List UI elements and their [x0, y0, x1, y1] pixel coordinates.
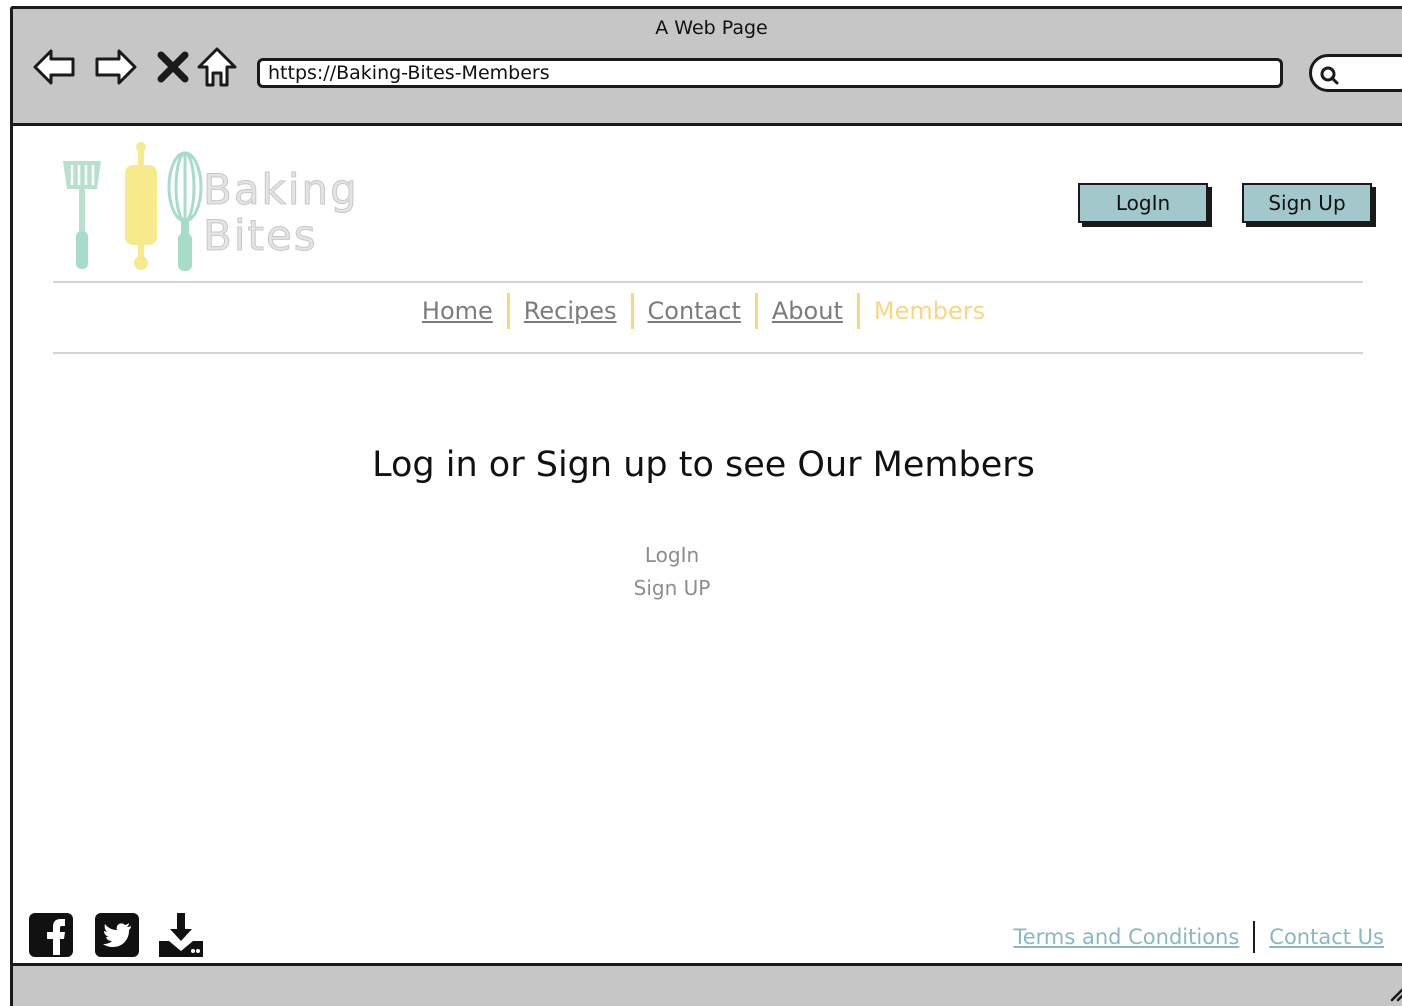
terms-link[interactable]: Terms and Conditions: [999, 925, 1253, 949]
home-icon[interactable]: [193, 43, 241, 91]
nav-link-members[interactable]: Members: [860, 297, 999, 325]
nav-divider-bottom: [53, 352, 1363, 354]
signup-button[interactable]: Sign Up: [1242, 183, 1372, 223]
back-arrow-icon[interactable]: [31, 43, 79, 91]
browser-search-box[interactable]: [1309, 54, 1402, 92]
logo-wordmark: Baking Bites: [203, 165, 359, 260]
download-icon[interactable]: [157, 911, 205, 959]
search-icon: [1320, 66, 1339, 85]
facebook-icon[interactable]: [27, 911, 75, 959]
logo-line-1: Baking: [203, 165, 359, 214]
stop-x-icon[interactable]: [149, 43, 197, 91]
browser-chrome: A Web Page https://Baking-Bites-Members: [13, 9, 1402, 126]
nav-link-recipes[interactable]: Recipes: [510, 297, 631, 325]
browser-status-bar: [13, 963, 1402, 1006]
whisk-icon: [167, 151, 203, 223]
page-heading: Log in or Sign up to see Our Members: [372, 445, 1035, 485]
resize-grip-icon[interactable]: [1388, 982, 1402, 1002]
nav-link-home[interactable]: Home: [408, 297, 507, 325]
signup-link[interactable]: Sign UP: [617, 572, 727, 605]
window-title: A Web Page: [655, 17, 768, 39]
footer-links: Terms and Conditions Contact Us: [999, 921, 1398, 953]
nav-link-contact[interactable]: Contact: [634, 297, 755, 325]
login-link[interactable]: LogIn: [617, 539, 727, 572]
browser-window: A Web Page https://Baking-Bites-Members: [10, 6, 1402, 1006]
auth-links: LogIn Sign UP: [617, 539, 727, 605]
twitter-icon[interactable]: [93, 911, 141, 959]
nav-link-about[interactable]: About: [758, 297, 857, 325]
spatula-icon: [63, 161, 101, 269]
forward-arrow-icon[interactable]: [91, 43, 139, 91]
address-bar[interactable]: https://Baking-Bites-Members: [257, 58, 1283, 88]
logo-line-2: Bites: [203, 211, 318, 260]
rolling-pin-icon: [125, 142, 157, 270]
contact-us-link[interactable]: Contact Us: [1255, 925, 1398, 949]
login-button[interactable]: LogIn: [1078, 183, 1208, 223]
nav-divider-top: [53, 281, 1363, 283]
main-nav: Home Recipes Contact About Members: [13, 293, 1402, 329]
